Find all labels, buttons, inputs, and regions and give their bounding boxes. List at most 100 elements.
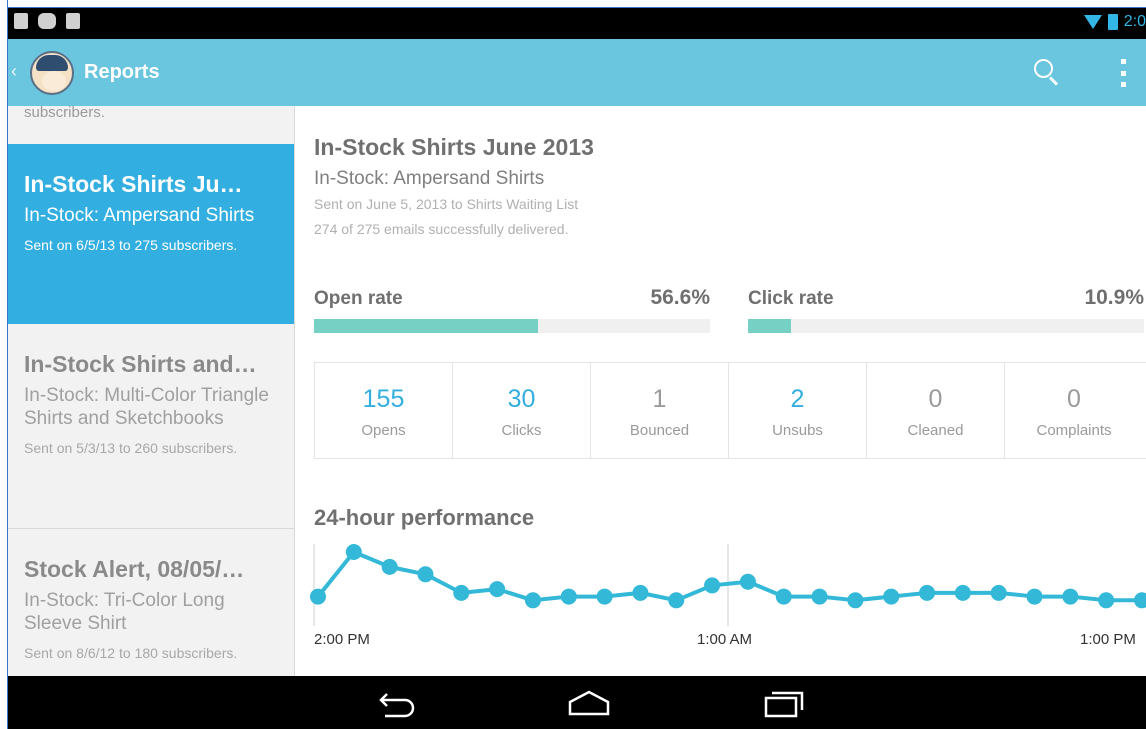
navigation-bar	[8, 676, 1146, 729]
logo-cap	[36, 55, 68, 71]
stat-value: 0	[1067, 385, 1081, 413]
stat-value: 155	[362, 385, 405, 413]
data-point[interactable]	[883, 588, 900, 605]
recent-apps-icon[interactable]	[760, 688, 806, 718]
wifi-icon	[1083, 15, 1102, 29]
open-rate-bar	[314, 319, 710, 333]
list-item-stock-alert[interactable]: Stock Alert, 08/05/… In-Stock: Tri-Color…	[8, 529, 294, 676]
status-bar: 2:0	[8, 8, 1146, 39]
stat-opens[interactable]: 155 Opens	[315, 363, 453, 458]
stat-value: 30	[507, 385, 536, 413]
stat-bounced[interactable]: 1 Bounced	[591, 363, 729, 458]
open-rate-value: 56.6%	[650, 286, 710, 309]
data-point[interactable]	[489, 581, 506, 598]
series-line	[316, 550, 1142, 603]
data-point[interactable]	[775, 588, 792, 605]
status-time: 2:0	[1123, 13, 1146, 30]
data-point[interactable]	[847, 592, 864, 609]
list-item-subtitle: In-Stock: Ampersand Shirts	[24, 205, 255, 226]
x-tick-label: 2:00 PM	[314, 631, 370, 648]
list-item-meta: subscribers.	[24, 106, 105, 121]
data-point[interactable]	[990, 584, 1007, 601]
list-item-in-stock-shirts-and[interactable]: In-Stock Shirts and… In-Stock: Multi-Col…	[8, 324, 294, 529]
data-point[interactable]	[1026, 588, 1043, 605]
back-nav-icon[interactable]	[371, 688, 417, 718]
stat-unsubs[interactable]: 2 Unsubs	[729, 363, 867, 458]
data-point[interactable]	[596, 588, 613, 605]
stat-label: Bounced	[629, 422, 690, 439]
list-item-partial[interactable]: subscribers.	[8, 106, 294, 144]
data-point[interactable]	[310, 588, 326, 605]
data-point[interactable]	[417, 566, 434, 583]
x-tick-label: 1:00 AM	[697, 631, 753, 648]
stat-label: Cleaned	[907, 422, 964, 439]
campaign-list: subscribers. In-Stock Shirts Ju… In-Stoc…	[8, 106, 295, 676]
report-delivered-line: 274 of 275 emails successfully delivered…	[314, 221, 569, 237]
up-caret-icon[interactable]: ‹	[11, 61, 17, 82]
data-point[interactable]	[668, 592, 685, 609]
stat-clicks[interactable]: 30 Clicks	[453, 363, 591, 458]
play-store-icon	[66, 13, 80, 29]
data-point[interactable]	[560, 588, 577, 605]
data-point[interactable]	[453, 584, 470, 601]
status-notification-icons	[14, 13, 80, 29]
stat-label: Unsubs	[772, 422, 823, 439]
window-edge	[7, 0, 8, 729]
x-tick-label: 1:00 PM	[1080, 631, 1136, 648]
report-sent-line: Sent on June 5, 2013 to Shirts Waiting L…	[314, 196, 579, 212]
download-icon	[14, 13, 28, 29]
list-item-in-stock-shirts-june[interactable]: In-Stock Shirts Ju… In-Stock: Ampersand …	[8, 144, 294, 324]
list-item-meta: Sent on 6/5/13 to 275 subscribers.	[24, 237, 238, 253]
open-rate-fill	[314, 319, 539, 333]
list-item-meta: Sent on 5/3/13 to 260 subscribers.	[24, 440, 238, 456]
window-edge	[7, 7, 1146, 8]
click-rate-label: Click rate	[748, 288, 834, 309]
stat-complaints[interactable]: 0 Complaints	[1005, 363, 1143, 458]
stats-grid: 155 Opens 30 Clicks 1 Bounced 2 Unsubs 0 Cleaned 0…	[314, 362, 1146, 459]
data-point[interactable]	[954, 584, 971, 601]
data-point[interactable]	[739, 573, 756, 590]
data-point[interactable]	[632, 584, 649, 601]
click-rate-value: 10.9%	[1084, 286, 1144, 309]
stat-value: 2	[790, 385, 805, 413]
home-nav-icon[interactable]	[564, 688, 614, 718]
data-point[interactable]	[704, 577, 721, 594]
stat-label: Clicks	[501, 422, 542, 439]
overflow-menu-icon[interactable]	[1121, 59, 1127, 87]
page-title: Reports	[84, 61, 160, 83]
data-point[interactable]	[1098, 592, 1115, 609]
data-point[interactable]	[1134, 592, 1146, 609]
data-point[interactable]	[811, 588, 828, 605]
list-item-title: Stock Alert, 08/05/…	[24, 556, 245, 582]
android-cat-icon	[38, 13, 56, 29]
battery-icon	[1107, 14, 1118, 30]
stat-value: 1	[652, 385, 667, 413]
click-rate-bar	[748, 319, 1144, 333]
list-item-subtitle: In-Stock: Multi-Color Triangle Shirts an…	[24, 385, 269, 429]
logo-face	[42, 71, 66, 91]
search-icon[interactable]	[1034, 59, 1060, 86]
report-subject: In-Stock: Ampersand Shirts	[314, 168, 545, 189]
list-item-title: In-Stock Shirts Ju…	[24, 171, 243, 197]
tablet-screen: 2:0 ‹ Reports subscribers. In-Stock Shir…	[0, 0, 1146, 729]
performance-title: 24-hour performance	[314, 505, 535, 530]
status-system-icons: 2:0	[1083, 13, 1146, 31]
mailchimp-logo[interactable]	[30, 51, 74, 95]
report-detail: In-Stock Shirts June 2013 In-Stock: Ampe…	[296, 106, 1146, 676]
stat-cleaned[interactable]: 0 Cleaned	[867, 363, 1005, 458]
data-point[interactable]	[345, 544, 362, 560]
data-point[interactable]	[381, 558, 398, 575]
stat-label: Complaints	[1036, 422, 1112, 439]
click-rate-fill	[748, 319, 792, 333]
stat-value: 0	[928, 385, 943, 413]
data-point[interactable]	[1062, 588, 1079, 605]
list-item-title: In-Stock Shirts and…	[24, 351, 257, 377]
list-item-meta: Sent on 8/6/12 to 180 subscribers.	[24, 645, 238, 661]
stat-label: Opens	[361, 422, 406, 439]
open-rate-label: Open rate	[314, 288, 403, 309]
data-point[interactable]	[919, 584, 936, 601]
list-item-subtitle: In-Stock: Tri-Color Long Sleeve Shirt	[24, 590, 225, 634]
data-point[interactable]	[524, 592, 541, 609]
report-title: In-Stock Shirts June 2013	[314, 134, 594, 160]
action-bar: ‹ Reports	[8, 39, 1146, 106]
